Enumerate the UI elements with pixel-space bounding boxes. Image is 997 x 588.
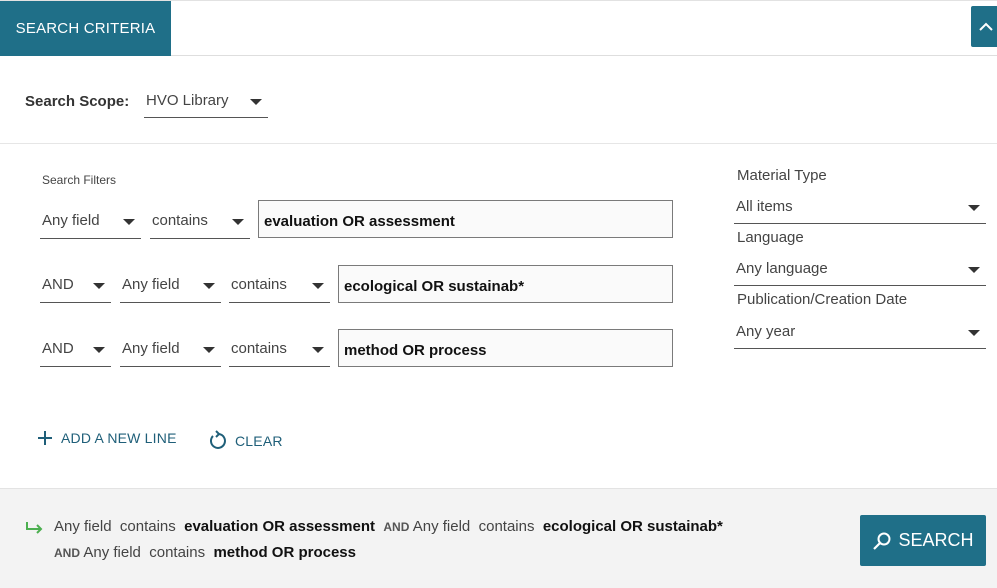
publication-date-value: Any year xyxy=(736,323,796,340)
line1-field-select[interactable]: Any field xyxy=(40,212,141,239)
line1-condition-select[interactable]: contains xyxy=(150,212,250,239)
chevron-down-icon xyxy=(123,219,135,225)
add-new-line-button[interactable]: ADD A NEW LINE xyxy=(37,430,177,446)
search-button[interactable]: SEARCH xyxy=(860,515,986,566)
chevron-down-icon xyxy=(312,283,324,289)
line2-condition-value: contains xyxy=(231,276,287,293)
chevron-down-icon xyxy=(250,99,262,105)
line2-search-input[interactable]: ecological OR sustainab* xyxy=(338,265,673,303)
line1-field-value: Any field xyxy=(42,212,100,229)
clear-button[interactable]: CLEAR xyxy=(207,430,283,452)
search-filters-label: Search Filters xyxy=(42,173,117,187)
chevron-down-icon xyxy=(93,347,105,353)
summary-condition-3: contains xyxy=(149,544,206,561)
line2-field-select[interactable]: Any field xyxy=(120,276,221,303)
chevron-down-icon xyxy=(968,267,980,273)
summary-operator-2: AND xyxy=(383,520,410,534)
search-icon xyxy=(873,532,891,550)
chevron-down-icon xyxy=(968,330,980,336)
summary-value-3: method OR process xyxy=(213,544,356,561)
summary-value-2: ecological OR sustainab* xyxy=(542,518,723,535)
language-value: Any language xyxy=(736,260,828,277)
chevron-down-icon xyxy=(203,283,215,289)
summary-field-2: Any field xyxy=(412,518,471,535)
clear-label: CLEAR xyxy=(235,433,283,449)
line3-operator-select[interactable]: AND xyxy=(40,340,111,367)
chevron-down-icon xyxy=(312,347,324,353)
line3-search-input[interactable]: method OR process xyxy=(338,329,673,367)
summary-line-1: Any field contains evaluation OR assessm… xyxy=(54,518,723,535)
line2-search-value: ecological OR sustainab* xyxy=(344,278,525,295)
summary-line-2: AND Any field contains method OR process xyxy=(54,544,356,561)
line3-operator-value: AND xyxy=(42,340,74,357)
summary-condition-2: contains xyxy=(478,518,535,535)
summary-condition-1: contains xyxy=(119,518,176,535)
material-type-value: All items xyxy=(736,198,793,215)
publication-date-label: Publication/Creation Date xyxy=(737,291,908,308)
line2-operator-select[interactable]: AND xyxy=(40,276,111,303)
search-criteria-header: SEARCH CRITERIA xyxy=(0,0,997,56)
line3-search-value: method OR process xyxy=(344,342,487,359)
add-new-line-label: ADD A NEW LINE xyxy=(61,430,177,446)
line3-field-value: Any field xyxy=(122,340,180,357)
publication-date-select[interactable]: Any year xyxy=(734,323,986,349)
query-summary-bar xyxy=(0,488,997,588)
line1-search-input[interactable]: evaluation OR assessment xyxy=(258,200,673,238)
summary-field-1: Any field xyxy=(54,518,112,535)
chevron-up-icon xyxy=(979,22,993,31)
summary-value-1: evaluation OR assessment xyxy=(184,518,376,535)
line1-search-value: evaluation OR assessment xyxy=(264,213,455,230)
tab-search-criteria-label: SEARCH CRITERIA xyxy=(15,20,156,37)
chevron-down-icon xyxy=(232,219,244,225)
collapse-button[interactable] xyxy=(971,6,997,47)
search-scope-select[interactable]: HVO Library xyxy=(144,92,268,118)
language-label: Language xyxy=(737,229,804,246)
line3-condition-value: contains xyxy=(231,340,287,357)
search-scope-value: HVO Library xyxy=(146,92,229,109)
chevron-down-icon xyxy=(93,283,105,289)
material-type-select[interactable]: All items xyxy=(734,198,986,224)
chevron-down-icon xyxy=(203,347,215,353)
plus-icon xyxy=(38,431,52,445)
summary-operator-3: AND xyxy=(54,546,80,560)
tab-search-criteria[interactable]: SEARCH CRITERIA xyxy=(0,1,171,56)
line2-operator-value: AND xyxy=(42,276,74,293)
line3-field-select[interactable]: Any field xyxy=(120,340,221,367)
summary-field-3: Any field xyxy=(83,544,141,561)
language-select[interactable]: Any language xyxy=(734,260,986,286)
material-type-label: Material Type xyxy=(737,167,827,184)
reset-icon xyxy=(210,430,226,449)
line2-field-value: Any field xyxy=(122,276,180,293)
search-scope-label: Search Scope: xyxy=(25,93,130,110)
line1-condition-value: contains xyxy=(152,212,208,229)
search-scope-row: Search Scope: HVO Library xyxy=(0,56,997,144)
line2-condition-select[interactable]: contains xyxy=(229,276,330,303)
line3-condition-select[interactable]: contains xyxy=(229,340,330,367)
chevron-down-icon xyxy=(968,205,980,211)
search-button-label: SEARCH xyxy=(898,530,974,550)
arrow-right-icon xyxy=(26,522,43,534)
